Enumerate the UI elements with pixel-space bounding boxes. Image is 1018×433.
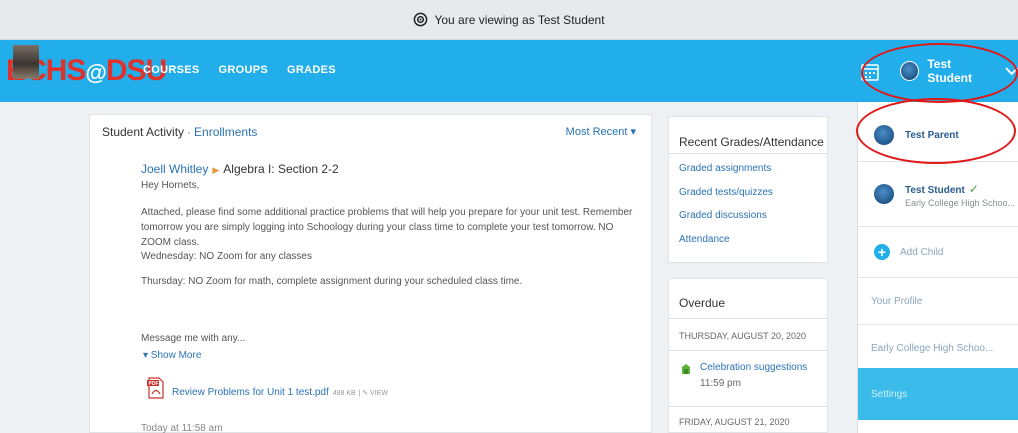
attendance-link[interactable]: Attendance <box>679 234 773 258</box>
post-author-link[interactable]: Joell Whitley <box>141 162 208 176</box>
graded-assignments-link[interactable]: Graded assignments <box>679 163 773 187</box>
your-profile-label: Your Profile <box>871 295 923 307</box>
annotation-oval <box>856 98 1016 164</box>
add-child-button[interactable]: + Add Child <box>858 239 1018 265</box>
pdf-file-icon: PDF <box>147 377 164 399</box>
activity-header: Student Activity · Enrollments <box>102 125 258 139</box>
divider <box>669 406 827 407</box>
post-body-paragraph: Attached, please find some additional pr… <box>141 207 633 248</box>
nav-groups[interactable]: GROUPS <box>219 64 268 76</box>
recent-grades-card: Recent Grades/Attendance Graded assignme… <box>668 116 828 263</box>
post-course-link[interactable]: Algebra I: Section 2-2 <box>223 162 338 176</box>
attachment-link[interactable]: Review Problems for Unit 1 test.pdf <box>172 387 329 398</box>
school-label: Early College High Schoo... <box>871 342 994 354</box>
eye-icon <box>414 12 428 27</box>
dropdown-item-test-student[interactable]: Test Student ✓ Early College High Schoo..… <box>858 176 1018 212</box>
checkmark-icon: ✓ <box>968 182 979 196</box>
plus-icon: + <box>874 244 890 260</box>
divider <box>669 350 827 351</box>
enrollments-link[interactable]: Enrollments <box>194 125 257 139</box>
attachment-size: 488 KB <box>332 390 356 397</box>
settings-label: Settings <box>871 388 908 400</box>
graded-tests-link[interactable]: Graded tests/quizzes <box>679 187 773 211</box>
overdue-date: FRIDAY, AUGUST 21, 2020 <box>679 417 790 427</box>
overdue-item-time: 11:59 pm <box>700 378 741 389</box>
overdue-title: Overdue <box>679 296 726 310</box>
overdue-date: THURSDAY, AUGUST 20, 2020 <box>679 331 807 341</box>
annotation-oval <box>861 43 1018 103</box>
avatar <box>874 184 894 204</box>
overdue-item-link[interactable]: Celebration suggestions <box>700 362 807 373</box>
student-name: Test Student <box>905 185 965 196</box>
overdue-card: Overdue THURSDAY, AUGUST 20, 2020 Celebr… <box>668 278 828 433</box>
attachment-view-link[interactable]: | ✎ VIEW <box>358 390 387 397</box>
grades-links: Graded assignments Graded tests/quizzes … <box>679 163 773 257</box>
graded-discussions-link[interactable]: Graded discussions <box>679 210 773 234</box>
nav-links: COURSES GROUPS GRADES <box>143 64 336 76</box>
student-school: Early College High Schoo... <box>905 198 1016 208</box>
sort-dropdown[interactable]: Most Recent ▾ <box>566 125 636 138</box>
activity-title: Student Activity <box>102 125 185 139</box>
nav-courses[interactable]: COURSES <box>143 64 200 76</box>
post-timestamp: Today at 11:58 am <box>141 423 223 433</box>
settings-link[interactable]: Settings <box>858 368 1018 420</box>
post-header: Joell Whitley ▶ Algebra I: Section 2-2 <box>141 162 339 176</box>
nav-grades[interactable]: GRADES <box>287 64 336 76</box>
svg-text:PDF: PDF <box>149 381 159 387</box>
assignment-icon <box>682 364 690 374</box>
school-link[interactable]: Early College High Schoo... <box>858 334 1018 362</box>
your-profile-link[interactable]: Your Profile <box>858 287 1018 315</box>
show-more-link[interactable]: ▾ Show More <box>143 350 201 361</box>
add-child-label: Add Child <box>900 246 944 258</box>
divider <box>858 226 1018 227</box>
attachment: Review Problems for Unit 1 test.pdf 488 K… <box>172 387 388 398</box>
post-author-avatar[interactable] <box>13 45 39 79</box>
post-body-paragraph: Message me with any... <box>141 333 246 344</box>
divider <box>858 324 1018 325</box>
divider <box>858 277 1018 278</box>
post-body-paragraph: Thursday: NO Zoom for math, complete ass… <box>141 276 523 287</box>
recent-grades-title: Recent Grades/Attendance <box>679 135 824 149</box>
post-greeting: Hey Hornets, <box>141 180 200 191</box>
post-body-paragraph: Wednesday: NO Zoom for any classes <box>141 251 312 262</box>
divider <box>669 153 827 154</box>
masquerade-text: You are viewing as Test Student <box>434 12 605 27</box>
divider <box>669 318 827 319</box>
masquerade-banner: You are viewing as Test Student <box>0 0 1018 40</box>
